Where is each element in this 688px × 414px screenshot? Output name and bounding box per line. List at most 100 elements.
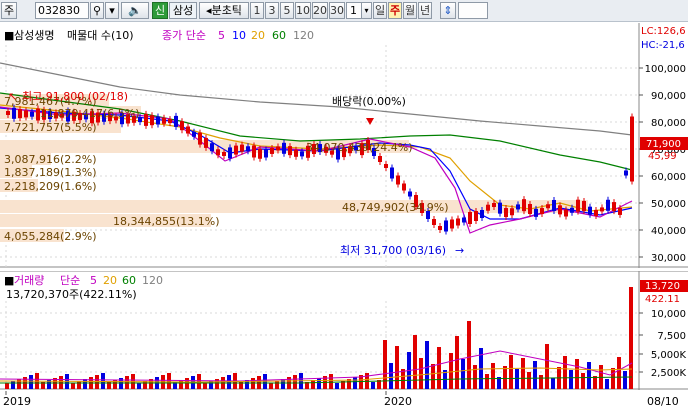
candle-body	[582, 200, 586, 211]
volume-bar	[485, 374, 489, 389]
period-month-button[interactable]: 월	[403, 2, 417, 19]
volume-bar	[83, 379, 87, 389]
volume-bar	[29, 375, 33, 389]
candle-body	[264, 149, 268, 158]
period-minute-button[interactable]: ◂분초틱	[199, 2, 249, 19]
market-select[interactable]: 주	[1, 2, 17, 19]
volume-bar	[11, 381, 15, 389]
volume-bar	[551, 378, 555, 389]
candle-body	[618, 207, 622, 215]
candle-body	[438, 226, 442, 230]
period-minute-label: ◂분초틱	[206, 4, 242, 17]
candle-body	[156, 116, 160, 125]
candle-body	[24, 110, 28, 118]
candle-body	[144, 113, 148, 126]
period-20-button[interactable]: 20	[312, 2, 328, 19]
candle-body	[6, 111, 10, 115]
candle-body	[432, 219, 436, 225]
volume-bar	[449, 353, 453, 389]
volume-bar	[275, 381, 279, 389]
period-year-button[interactable]: 년	[418, 2, 432, 19]
volume-profile-label: 1,837,189(1.3%)	[4, 166, 97, 179]
period-1-button[interactable]: 1	[250, 2, 264, 19]
candle-body	[198, 132, 202, 145]
low-arrow-icon: →	[455, 244, 464, 257]
date-label-last: 08/10	[647, 395, 679, 408]
current-price-label: 71,900	[646, 139, 681, 150]
volume-info: 13,720,370주(422.11%)	[6, 288, 137, 301]
volume-bar	[317, 378, 321, 389]
candle-body	[216, 149, 220, 156]
scroll-updown-icon[interactable]: ⇕	[440, 2, 456, 19]
volume-profile-label: 18,344,855(13.1%)	[113, 215, 220, 228]
volume-tick-label: 5,000K	[651, 350, 687, 361]
candle-body	[288, 146, 292, 156]
volume-bar	[605, 379, 609, 389]
volume-bar	[389, 363, 393, 389]
legend-ma10: 10	[232, 29, 246, 42]
candle-body	[186, 126, 190, 134]
candle-body	[540, 208, 544, 215]
volume-bar	[587, 362, 591, 389]
ref-price-label: 45,99	[648, 151, 677, 162]
volume-tick-label: 10,000	[651, 309, 686, 320]
candle-body	[534, 208, 538, 217]
count-dropdown-icon[interactable]: ▾	[361, 2, 372, 19]
volume-bar	[569, 370, 573, 389]
volume-bar	[353, 377, 357, 389]
period-month-label: 월	[404, 4, 416, 17]
price-chart[interactable]: 7,981,467(4.7%)11,879,417(6.5%)7,721,757…	[0, 23, 688, 268]
price-tick-label: 40,000	[651, 226, 686, 237]
period-5-label: 5	[283, 4, 291, 17]
volume-chart[interactable]: 10,000 7,500 5,000K 2,500K ■ 거래량 단순 5 20 60…	[0, 271, 688, 390]
dropdown-arrow-icon[interactable]: ▾	[105, 2, 119, 19]
candle-body	[162, 117, 166, 124]
volume-bar	[401, 369, 405, 389]
volume-bar	[137, 383, 141, 389]
volume-bar	[461, 359, 465, 389]
volume-bar	[491, 363, 495, 389]
volume-ratio-label: 422.11	[645, 294, 680, 305]
period-day-button[interactable]: 일	[373, 2, 387, 19]
volume-bar	[383, 340, 387, 389]
volume-ma20-label: 20	[103, 274, 117, 287]
candle-body	[294, 149, 298, 157]
candle-body	[168, 119, 172, 124]
stock-code-value: 032830	[38, 4, 80, 17]
candle-body	[498, 202, 502, 214]
candle-body	[276, 146, 280, 151]
stock-code-input[interactable]: 032830	[35, 2, 89, 19]
volume-bar	[419, 358, 423, 389]
volume-bar	[581, 373, 585, 389]
volume-bar	[95, 375, 99, 389]
volume-profile-label: 7,721,757(5.5%)	[4, 121, 97, 134]
volume-profile-label: 11,879,417(6.5%)	[40, 107, 140, 120]
volume-bar	[167, 373, 171, 389]
period-5-button[interactable]: 5	[280, 2, 294, 19]
legend-ma20: 20	[251, 29, 265, 42]
period-20-label: 20	[313, 4, 327, 17]
volume-bar	[455, 336, 459, 389]
volume-bar	[503, 366, 507, 389]
legend-volume-profile: 매물대 수(10)	[67, 29, 134, 42]
period-year-label: 년	[419, 4, 431, 17]
volume-bar	[425, 341, 429, 389]
period-3-button[interactable]: 3	[265, 2, 279, 19]
legend-stock-name: 삼성생명	[14, 29, 54, 42]
stock-name: 삼성	[169, 2, 197, 19]
search-icon[interactable]: ⚲	[90, 2, 104, 19]
volume-bar	[311, 380, 315, 389]
low-annotation: 최저 31,700 (03/16)	[340, 244, 446, 257]
extra-input[interactable]	[458, 2, 488, 19]
period-30-button[interactable]: 30	[329, 2, 345, 19]
candle-body	[600, 207, 604, 212]
period-10-button[interactable]: 10	[295, 2, 311, 19]
sound-icon[interactable]: 🔈	[121, 2, 149, 19]
candle-body	[270, 147, 274, 154]
chart-icon: ■	[4, 29, 14, 42]
period-week-button[interactable]: 주	[388, 2, 402, 19]
candle-body	[552, 199, 556, 211]
candle-body	[258, 148, 262, 159]
dividend-annotation: 배당락(0.00%)	[332, 95, 406, 108]
volume-bar	[77, 381, 81, 389]
